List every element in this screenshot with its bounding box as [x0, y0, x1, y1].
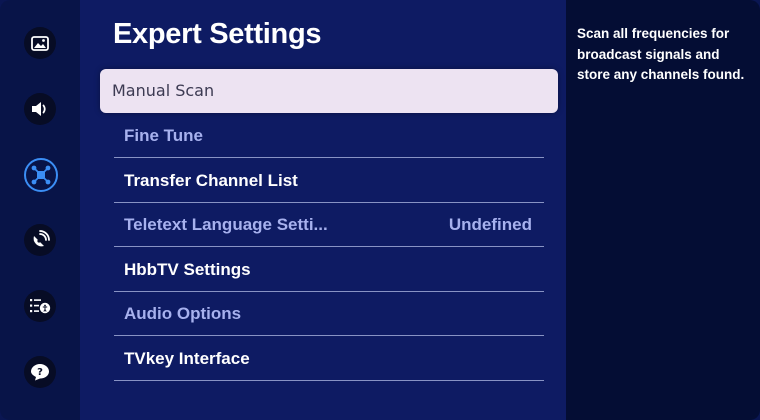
menu-item-label: Audio Options	[124, 304, 242, 323]
menu-item-label: Transfer Channel List	[124, 171, 298, 190]
menu-item-label: TVkey Interface	[124, 349, 250, 368]
menu-item-label: Teletext Language Setti...	[124, 215, 328, 234]
menu-item-label: HbbTV Settings	[124, 260, 251, 279]
menu-item-label: Fine Tune	[124, 126, 204, 145]
expert-settings-panel: Expert Settings Manual Scan Fine Tune Tr…	[80, 0, 566, 420]
description-panel: Scan all frequencies for broadcast signa…	[566, 0, 760, 420]
menu-item-tvkey-interface[interactable]: TVkey Interface	[114, 337, 544, 381]
general-accessibility-icon[interactable]	[24, 290, 56, 322]
menu-item-value: Undefined	[448, 215, 532, 234]
settings-category-rail: ?	[0, 0, 80, 420]
svg-text:?: ?	[37, 367, 43, 378]
support-icon[interactable]: ?	[24, 356, 56, 388]
tv-settings-screen: ? Expert Settings Manual Scan Fine Tune …	[0, 0, 760, 420]
menu-item-transfer-channel-list[interactable]: Transfer Channel List	[114, 159, 544, 203]
menu-item-fine-tune[interactable]: Fine Tune	[114, 114, 544, 158]
connection-icon[interactable]	[24, 158, 58, 192]
menu-item-manual-scan[interactable]: Manual Scan	[100, 69, 558, 113]
menu-item-teletext-language-settings[interactable]: Teletext Language Setti... Undefined	[114, 203, 544, 247]
picture-icon[interactable]	[24, 27, 56, 59]
menu-item-hbbtv-settings[interactable]: HbbTV Settings	[114, 248, 544, 292]
item-description: Scan all frequencies for broadcast signa…	[577, 26, 745, 82]
settings-menu: Manual Scan Fine Tune Transfer Channel L…	[80, 0, 566, 420]
menu-item-label: Manual Scan	[112, 81, 215, 100]
broadcast-icon[interactable]	[24, 224, 56, 256]
menu-item-audio-options[interactable]: Audio Options	[114, 292, 544, 336]
sound-icon[interactable]	[24, 93, 56, 125]
